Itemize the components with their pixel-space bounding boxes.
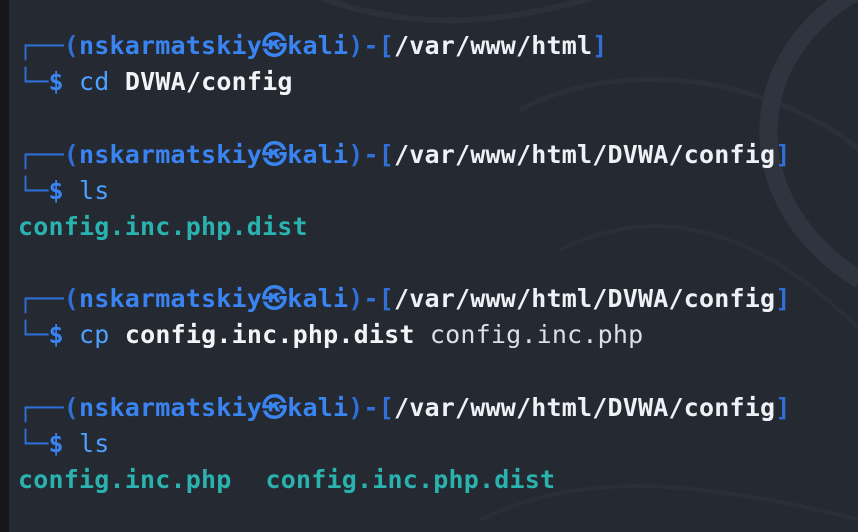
terminal-window[interactable]: ┌──(nskarmatskiy㉿kali)-[/var/www/html] └… [0,0,858,532]
prompt-box-mid: )-[ [348,284,395,313]
prompt-at-icon: ㉿ [262,31,288,60]
command-name: ls [79,429,110,458]
prompt-hostname: kali [287,31,349,60]
prompt-at-icon: ㉿ [262,393,288,422]
prompt-path: /var/www/html [394,31,593,60]
prompt-box-open: ┌──( [18,140,80,169]
prompt-username: nskarmatskiy [79,31,263,60]
terminal-entry: ┌──(nskarmatskiy㉿kali)-[/var/www/html/DV… [18,281,791,353]
prompt-corner: └─ [18,429,49,458]
prompt-hostname: kali [287,284,349,313]
prompt-line: ┌──(nskarmatskiy㉿kali)-[/var/www/html/DV… [18,281,791,317]
prompt-box-close: ] [775,140,791,169]
prompt-box-close: ] [592,31,608,60]
command-name: cp [79,320,110,349]
command-output: config.inc.php.dist [18,209,791,245]
prompt-box-mid: )-[ [348,31,395,60]
terminal-entry: ┌──(nskarmatskiy㉿kali)-[/var/www/html/DV… [18,137,791,245]
prompt-corner: └─ [18,176,49,205]
prompt-path: /var/www/html/DVWA/config [394,393,776,422]
terminal-entry: ┌──(nskarmatskiy㉿kali)-[/var/www/html] └… [18,28,608,100]
command-line[interactable]: └─$ cd DVWA/config [18,64,608,100]
prompt-box-open: ┌──( [18,284,80,313]
command-name: ls [79,176,110,205]
prompt-box-close: ] [775,393,791,422]
command-args: config.inc.php.dist [124,320,415,349]
prompt-box-mid: )-[ [348,393,395,422]
prompt-line: ┌──(nskarmatskiy㉿kali)-[/var/www/html/DV… [18,390,791,426]
prompt-hostname: kali [287,140,349,169]
prompt-box-open: ┌──( [18,393,80,422]
prompt-corner: └─ [18,67,49,96]
prompt-hostname: kali [287,393,349,422]
terminal-entry: ┌──(nskarmatskiy㉿kali)-[/var/www/html/DV… [18,390,791,498]
prompt-path: /var/www/html/DVWA/config [394,140,776,169]
prompt-line: ┌──(nskarmatskiy㉿kali)-[/var/www/html/DV… [18,137,791,173]
prompt-dollar: $ [48,429,64,458]
prompt-dollar: $ [48,67,64,96]
prompt-username: nskarmatskiy [79,393,263,422]
command-output: config.inc.php config.inc.php.dist [18,462,791,498]
prompt-at-icon: ㉿ [262,284,288,313]
output-file: config.inc.php.dist [265,465,556,494]
output-file: config.inc.php [18,465,232,494]
prompt-dollar: $ [48,176,64,205]
command-line[interactable]: └─$ ls [18,426,791,462]
prompt-at-icon: ㉿ [262,140,288,169]
prompt-path: /var/www/html/DVWA/config [394,284,776,313]
command-line[interactable]: └─$ cp config.inc.php.dist config.inc.ph… [18,317,791,353]
window-edge [0,0,9,532]
output-file: config.inc.php.dist [18,212,308,241]
command-args-destination: config.inc.php [429,320,644,349]
prompt-line: ┌──(nskarmatskiy㉿kali)-[/var/www/html] [18,28,608,64]
prompt-corner: └─ [18,320,49,349]
prompt-dollar: $ [48,320,64,349]
command-args: DVWA/config [124,67,293,96]
prompt-username: nskarmatskiy [79,140,263,169]
prompt-username: nskarmatskiy [79,284,263,313]
prompt-box-mid: )-[ [348,140,395,169]
command-name: cd [79,67,110,96]
command-line[interactable]: └─$ ls [18,173,791,209]
prompt-box-close: ] [775,284,791,313]
prompt-box-open: ┌──( [18,31,80,60]
